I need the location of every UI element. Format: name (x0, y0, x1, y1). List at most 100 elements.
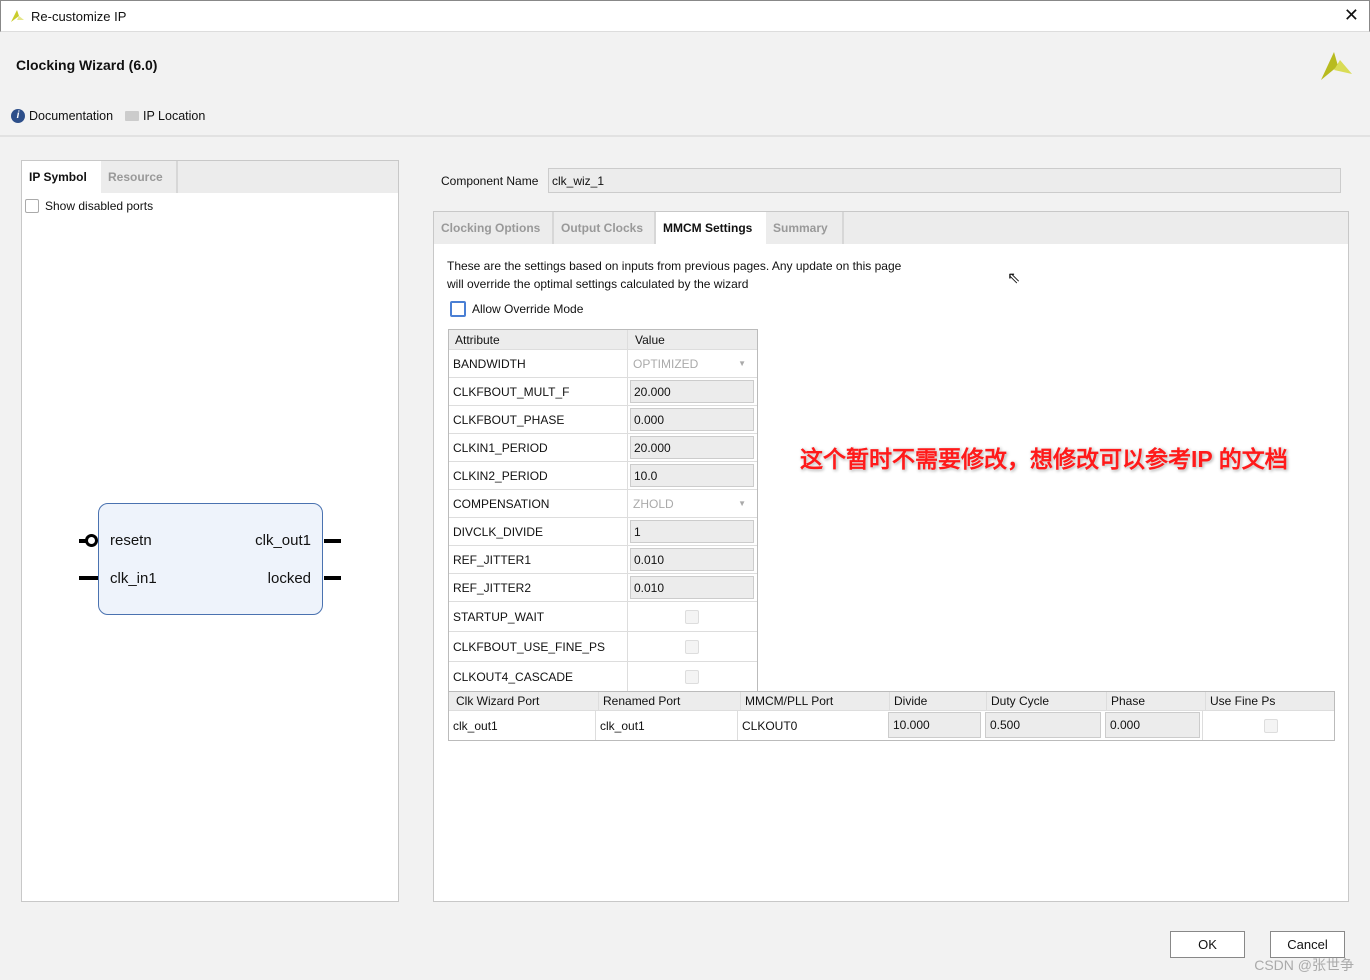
main-tab-bar: Clocking Options Output Clocks MMCM Sett… (434, 212, 1348, 244)
title-bar: Re-customize IP ✕ (0, 0, 1370, 32)
port-clk-out1: clk_out1 (255, 532, 311, 549)
value-checkbox[interactable] (681, 602, 699, 631)
value-input[interactable]: 20.000 (630, 380, 754, 403)
value-checkbox[interactable] (681, 662, 699, 691)
output-port-table: Clk Wizard Port Renamed Port MMCM/PLL Port… (448, 691, 1335, 741)
port-cell: clk_out1 (595, 711, 737, 740)
documentation-label: Documentation (29, 109, 114, 123)
value-input[interactable]: 20.000 (630, 436, 754, 459)
tab-clocking-options[interactable]: Clocking Options (434, 212, 554, 244)
port-value-input[interactable]: 0.500 (985, 712, 1101, 738)
table-row: CLKIN2_PERIOD 10.0 (449, 462, 757, 490)
clk-out1-pin (324, 539, 341, 543)
tab-resource[interactable]: Resource (101, 161, 178, 193)
attribute-name: CLKFBOUT_USE_FINE_PS (449, 632, 628, 661)
column-header: Divide (889, 692, 986, 710)
chevron-down-icon: ▼ (738, 499, 746, 508)
folder-icon (125, 111, 139, 121)
port-clk-in1: clk_in1 (110, 570, 157, 587)
column-header-value: Value (635, 332, 665, 347)
table-row: REF_JITTER2 0.010 (449, 574, 757, 602)
show-disabled-ports-label: Show disabled ports (45, 199, 154, 213)
table-row: clk_out1 clk_out1 CLKOUT0 10.000 0.500 0.000 (449, 711, 1334, 740)
window-title: Re-customize IP (31, 9, 127, 24)
tab-mmcm-settings[interactable]: MMCM Settings (656, 212, 766, 244)
table-row: STARTUP_WAIT (449, 602, 757, 632)
mouse-cursor-icon: ⇖ (1007, 270, 1021, 287)
port-value-input[interactable]: 0.000 (1105, 712, 1200, 738)
tab-output-clocks[interactable]: Output Clocks (554, 212, 656, 244)
attribute-name: DIVCLK_DIVIDE (449, 518, 628, 545)
left-panel: IP Symbol Resource Show disabled ports r… (21, 160, 399, 902)
component-name-input[interactable]: clk_wiz_1 (548, 168, 1341, 193)
annotation-note: 这个暂时不需要修改，想修改可以参考IP 的文档 (800, 446, 1288, 472)
watermark: CSDN @张世争 (1254, 957, 1354, 973)
column-header-attribute: Attribute (451, 330, 628, 349)
table-row: COMPENSATION ZHOLD ▼ (449, 490, 757, 518)
xilinx-logo-icon (1321, 52, 1352, 80)
value-text: ZHOLD (633, 496, 674, 511)
component-name-label: Component Name (441, 174, 539, 188)
value-input[interactable]: 0.010 (630, 576, 754, 599)
documentation-link[interactable]: i Documentation (11, 109, 113, 123)
value-input[interactable]: 0.000 (630, 408, 754, 431)
port-cell: CLKOUT0 (737, 711, 886, 740)
description-line: will override the optimal settings calcu… (447, 277, 749, 291)
attribute-name: CLKOUT4_CASCADE (449, 662, 628, 691)
column-header: MMCM/PLL Port (740, 692, 889, 710)
description-line: These are the settings based on inputs f… (447, 259, 902, 273)
show-disabled-ports-checkbox[interactable]: Show disabled ports (25, 199, 153, 213)
divider (0, 135, 1370, 137)
column-header: Renamed Port (598, 692, 740, 710)
value-dropdown[interactable]: ZHOLD ▼ (630, 492, 754, 515)
page-title: Clocking Wizard (6.0) (16, 57, 158, 73)
table-row: CLKIN1_PERIOD 20.000 (449, 434, 757, 462)
attribute-name: BANDWIDTH (449, 350, 628, 377)
clk-in1-pin (79, 576, 98, 580)
value-input[interactable]: 10.0 (630, 464, 754, 487)
close-icon[interactable]: ✕ (1344, 5, 1359, 26)
port-locked: locked (267, 570, 311, 587)
column-header: Phase (1106, 692, 1205, 710)
value-input[interactable]: 0.010 (630, 548, 754, 571)
attribute-name: REF_JITTER1 (449, 546, 628, 573)
cancel-button[interactable]: Cancel (1270, 931, 1345, 958)
column-header: Use Fine Ps (1205, 692, 1338, 710)
checkbox[interactable] (450, 301, 466, 317)
ip-location-link[interactable]: IP Location (125, 109, 205, 123)
xilinx-logo-icon (11, 10, 24, 22)
attribute-name: CLKIN1_PERIOD (449, 434, 628, 461)
attribute-name: CLKIN2_PERIOD (449, 462, 628, 489)
table-row: CLKFBOUT_USE_FINE_PS (449, 632, 757, 662)
allow-override-mode-checkbox[interactable]: Allow Override Mode (450, 301, 583, 317)
inverter-bubble-icon (85, 534, 98, 547)
ip-location-label: IP Location (143, 109, 206, 123)
table-header: Clk Wizard Port Renamed Port MMCM/PLL Port… (449, 692, 1334, 711)
tab-summary[interactable]: Summary (766, 212, 844, 244)
value-input[interactable]: 1 (630, 520, 754, 543)
checkbox[interactable] (25, 199, 39, 213)
tab-ip-symbol[interactable]: IP Symbol (22, 161, 101, 193)
port-cell: clk_out1 (453, 718, 498, 733)
use-fine-ps-checkbox[interactable] (1202, 711, 1335, 740)
chevron-down-icon: ▼ (738, 359, 746, 368)
allow-override-mode-label: Allow Override Mode (472, 302, 584, 316)
port-resetn: resetn (110, 532, 152, 549)
table-row: REF_JITTER1 0.010 (449, 546, 757, 574)
info-icon: i (11, 109, 25, 123)
table-row: CLKFBOUT_PHASE 0.000 (449, 406, 757, 434)
attribute-name: CLKFBOUT_MULT_F (449, 378, 628, 405)
table-row: DIVCLK_DIVIDE 1 (449, 518, 757, 546)
value-checkbox[interactable] (681, 632, 699, 661)
attribute-name: REF_JITTER2 (449, 574, 628, 601)
ok-button[interactable]: OK (1170, 931, 1245, 958)
attribute-name: CLKFBOUT_PHASE (449, 406, 628, 433)
attribute-name: STARTUP_WAIT (449, 602, 628, 631)
description: These are the settings based on inputs f… (447, 257, 901, 293)
port-value-input[interactable]: 10.000 (888, 712, 981, 738)
attribute-name: COMPENSATION (449, 490, 628, 517)
attribute-table: Attribute Value BANDWIDTH OPTIMIZED ▼ CLKFB… (448, 329, 758, 693)
value-dropdown[interactable]: OPTIMIZED ▼ (630, 352, 754, 375)
column-header: Clk Wizard Port (456, 694, 540, 708)
left-tab-bar: IP Symbol Resource (22, 161, 398, 193)
